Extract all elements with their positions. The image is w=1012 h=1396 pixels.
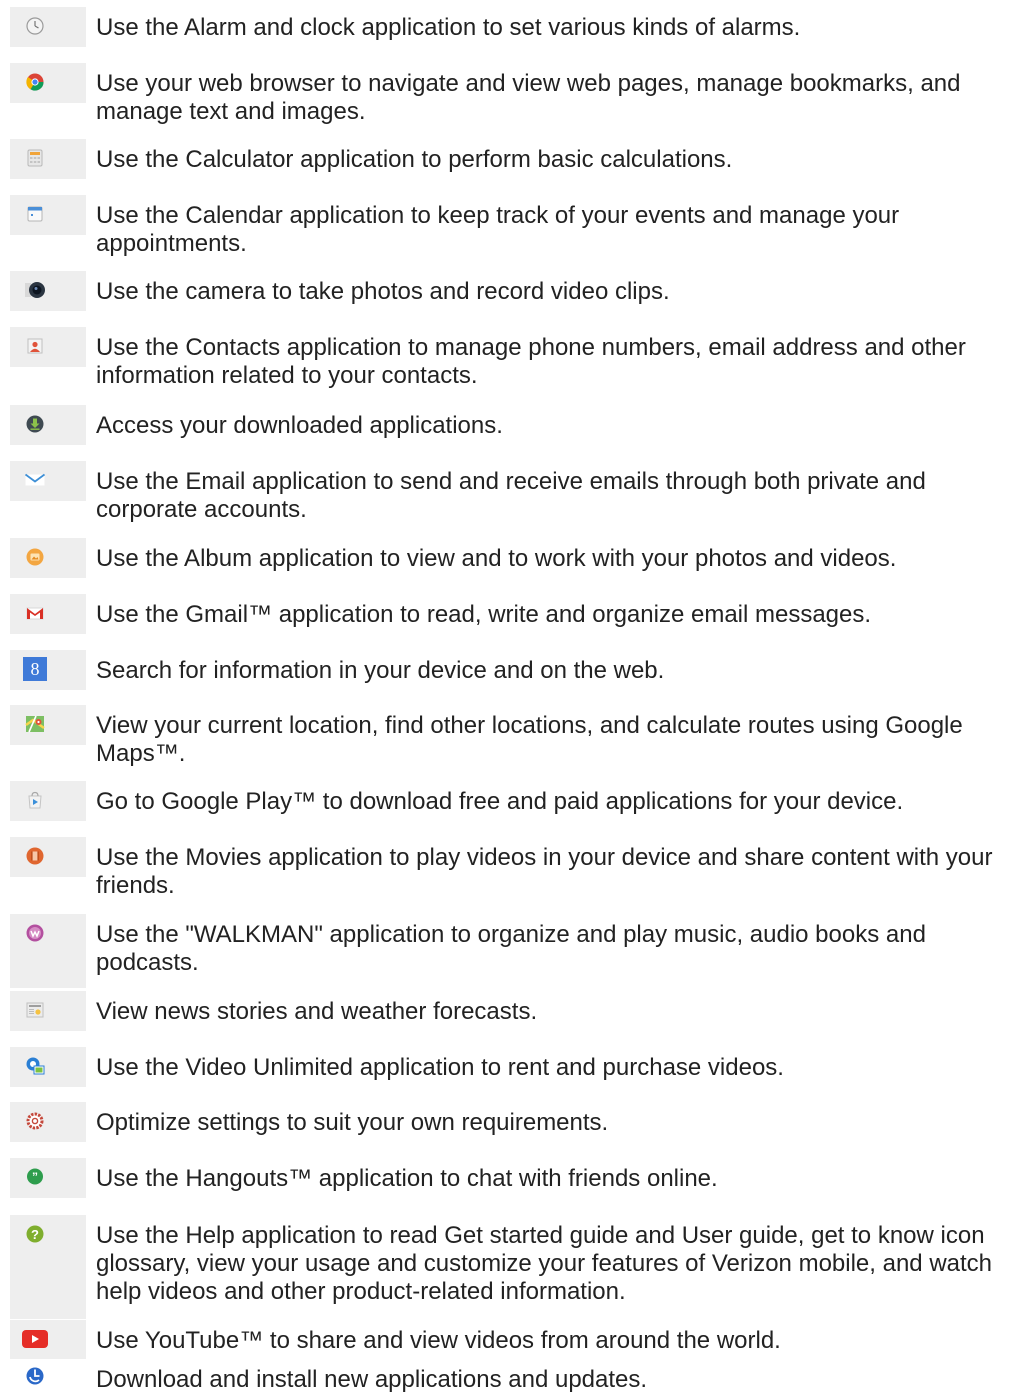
item-description: Use the Calendar application to keep tra…: [96, 202, 900, 257]
camera-icon: [25, 280, 45, 300]
hangouts-icon: ”: [25, 1167, 45, 1187]
icon-cell: [10, 1320, 86, 1360]
calendar-icon: [25, 204, 45, 224]
icon-cell: [10, 1102, 86, 1142]
icon-cell: [10, 1047, 86, 1087]
item-description: Search for information in your device an…: [96, 657, 665, 684]
icon-cell: [10, 7, 86, 47]
item-description: Use the "WALKMAN" application to organiz…: [96, 921, 926, 976]
item-description: Use the Hangouts™ application to chat wi…: [96, 1165, 718, 1192]
item-description: Use the Email application to send and re…: [96, 468, 926, 523]
google-search-icon: 8: [23, 657, 47, 681]
downloads-icon: [25, 414, 45, 434]
album-icon: [25, 547, 45, 567]
icon-cell: [10, 139, 86, 179]
item-description: Use the Contacts application to manage p…: [96, 334, 966, 389]
news-weather-icon: [25, 1000, 45, 1020]
icon-cell: [10, 195, 86, 235]
item-description: Use the Calculator application to perfor…: [96, 146, 733, 173]
item-description: Use your web browser to navigate and vie…: [96, 70, 961, 125]
item-description: Use the Alarm and clock application to s…: [96, 14, 801, 41]
icon-cell: [10, 914, 86, 988]
icon-cell: [10, 1359, 86, 1396]
svg-text:8: 8: [31, 659, 40, 679]
item-description: Use YouTube™ to share and view videos fr…: [96, 1327, 781, 1354]
item-description: Go to Google Play™ to download free and …: [96, 788, 904, 815]
email-icon: [25, 470, 45, 490]
icon-cell: [10, 594, 86, 634]
icon-cell: ?: [10, 1215, 86, 1319]
icon-cell: [10, 781, 86, 821]
web-browser-icon: [25, 72, 45, 92]
item-description: Use the Help application to read Get sta…: [96, 1222, 993, 1305]
item-description: Optimize settings to suit your own requi…: [96, 1109, 609, 1136]
youtube-icon: [22, 1329, 48, 1349]
gmail-icon: [25, 603, 45, 623]
item-description: Use the Album application to view and to…: [96, 545, 897, 572]
google-play-icon: [25, 790, 45, 810]
item-description: Use the Video Unlimited application to r…: [96, 1054, 784, 1081]
contacts-icon: [25, 336, 45, 356]
icon-cell: [10, 538, 86, 578]
svg-text:”: ”: [32, 1170, 38, 1184]
video-unlimited-icon: [25, 1056, 45, 1076]
icon-cell: [10, 461, 86, 501]
icon-cell: [10, 405, 86, 445]
icon-cell: 8: [10, 650, 86, 690]
icon-cell: [10, 991, 86, 1031]
item-description: Access your downloaded applications.: [96, 412, 503, 439]
item-description: Download and install new applications an…: [96, 1366, 648, 1393]
icon-cell: [10, 705, 86, 745]
item-description: Use the camera to take photos and record…: [96, 278, 670, 305]
update-center-icon: [25, 1366, 45, 1386]
icon-cell: [10, 63, 86, 103]
settings-icon: [25, 1111, 45, 1131]
movies-icon: [25, 846, 45, 866]
item-description: Use the Movies application to play video…: [96, 844, 993, 899]
maps-icon: [25, 714, 45, 734]
svg-text:?: ?: [31, 1227, 39, 1242]
walkman-icon: [25, 923, 45, 943]
help-icon: ?: [25, 1224, 45, 1244]
item-description: Use the Gmail™ application to read, writ…: [96, 601, 872, 628]
item-description: View news stories and weather forecasts.: [96, 998, 538, 1025]
calculator-icon: [25, 148, 45, 168]
item-description: View your current location, find other l…: [96, 712, 963, 767]
icon-cell: [10, 327, 86, 367]
icon-cell: [10, 837, 86, 877]
alarm-clock-icon: [25, 16, 45, 36]
icon-cell: [10, 271, 86, 311]
icon-cell: ”: [10, 1158, 86, 1198]
